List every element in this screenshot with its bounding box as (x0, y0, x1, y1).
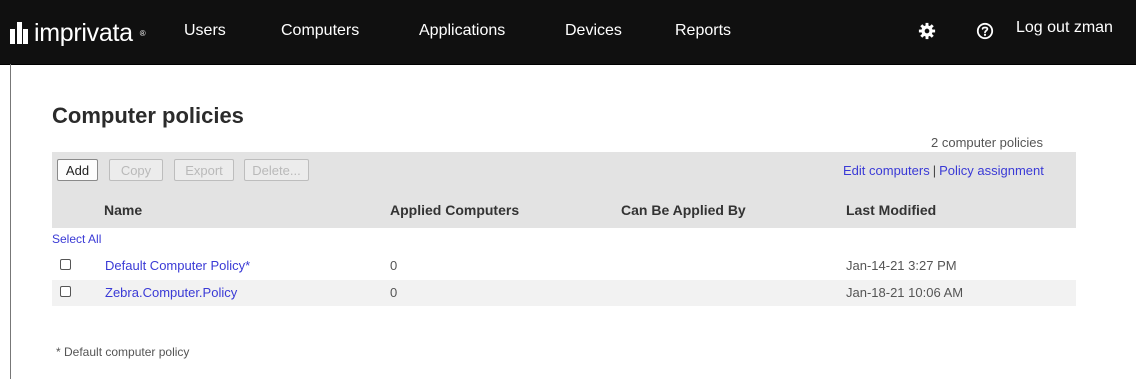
copy-button[interactable]: Copy (109, 159, 163, 181)
table-row: Default Computer Policy* 0 Jan-14-21 3:2… (52, 253, 1076, 279)
last-modified-value: Jan-18-21 10:06 AM (846, 285, 964, 300)
brand-name: imprivata (34, 18, 133, 47)
select-all-link[interactable]: Select All (52, 232, 101, 246)
add-button[interactable]: Add (57, 159, 98, 181)
link-separator: | (932, 163, 937, 178)
top-nav-bar: imprivata ® Users Computers Applications … (0, 0, 1136, 65)
brand-trademark: ® (139, 28, 146, 38)
column-header-applied-computers[interactable]: Applied Computers (390, 202, 519, 218)
nav-item-reports[interactable]: Reports (675, 22, 731, 40)
policy-name-link[interactable]: Zebra.Computer.Policy (105, 285, 237, 300)
table-row: Zebra.Computer.Policy 0 Jan-18-21 10:06 … (52, 280, 1076, 306)
last-modified-value: Jan-14-21 3:27 PM (846, 258, 957, 273)
nav-item-applications[interactable]: Applications (419, 22, 505, 40)
imprivata-logo-icon (10, 22, 28, 44)
applied-computers-value: 0 (390, 285, 398, 300)
row-checkbox[interactable] (60, 286, 71, 297)
logout-link[interactable]: Log out zman (1016, 19, 1113, 37)
edit-computers-link[interactable]: Edit computers (843, 163, 930, 178)
column-header-last-modified[interactable]: Last Modified (846, 202, 936, 218)
column-header-can-be-applied-by[interactable]: Can Be Applied By (621, 202, 746, 218)
nav-item-devices[interactable]: Devices (565, 22, 622, 40)
delete-button[interactable]: Delete... (244, 159, 309, 181)
gear-icon[interactable] (917, 21, 937, 41)
toolbar-links: Edit computers | Policy assignment (843, 163, 1044, 178)
export-button[interactable]: Export (174, 159, 234, 181)
policy-count: 2 computer policies (931, 135, 1043, 150)
applied-computers-value: 0 (390, 258, 398, 273)
policy-assignment-link[interactable]: Policy assignment (939, 163, 1044, 178)
left-divider (10, 64, 11, 379)
nav-item-users[interactable]: Users (184, 22, 226, 40)
help-icon[interactable] (975, 21, 995, 41)
nav-item-computers[interactable]: Computers (281, 22, 359, 40)
row-checkbox[interactable] (60, 259, 71, 270)
footnote: * Default computer policy (56, 345, 190, 359)
column-header-name[interactable]: Name (104, 202, 142, 218)
policy-name-link[interactable]: Default Computer Policy* (105, 258, 250, 273)
brand-logo[interactable]: imprivata ® (10, 18, 146, 48)
page-title: Computer policies (52, 103, 244, 128)
